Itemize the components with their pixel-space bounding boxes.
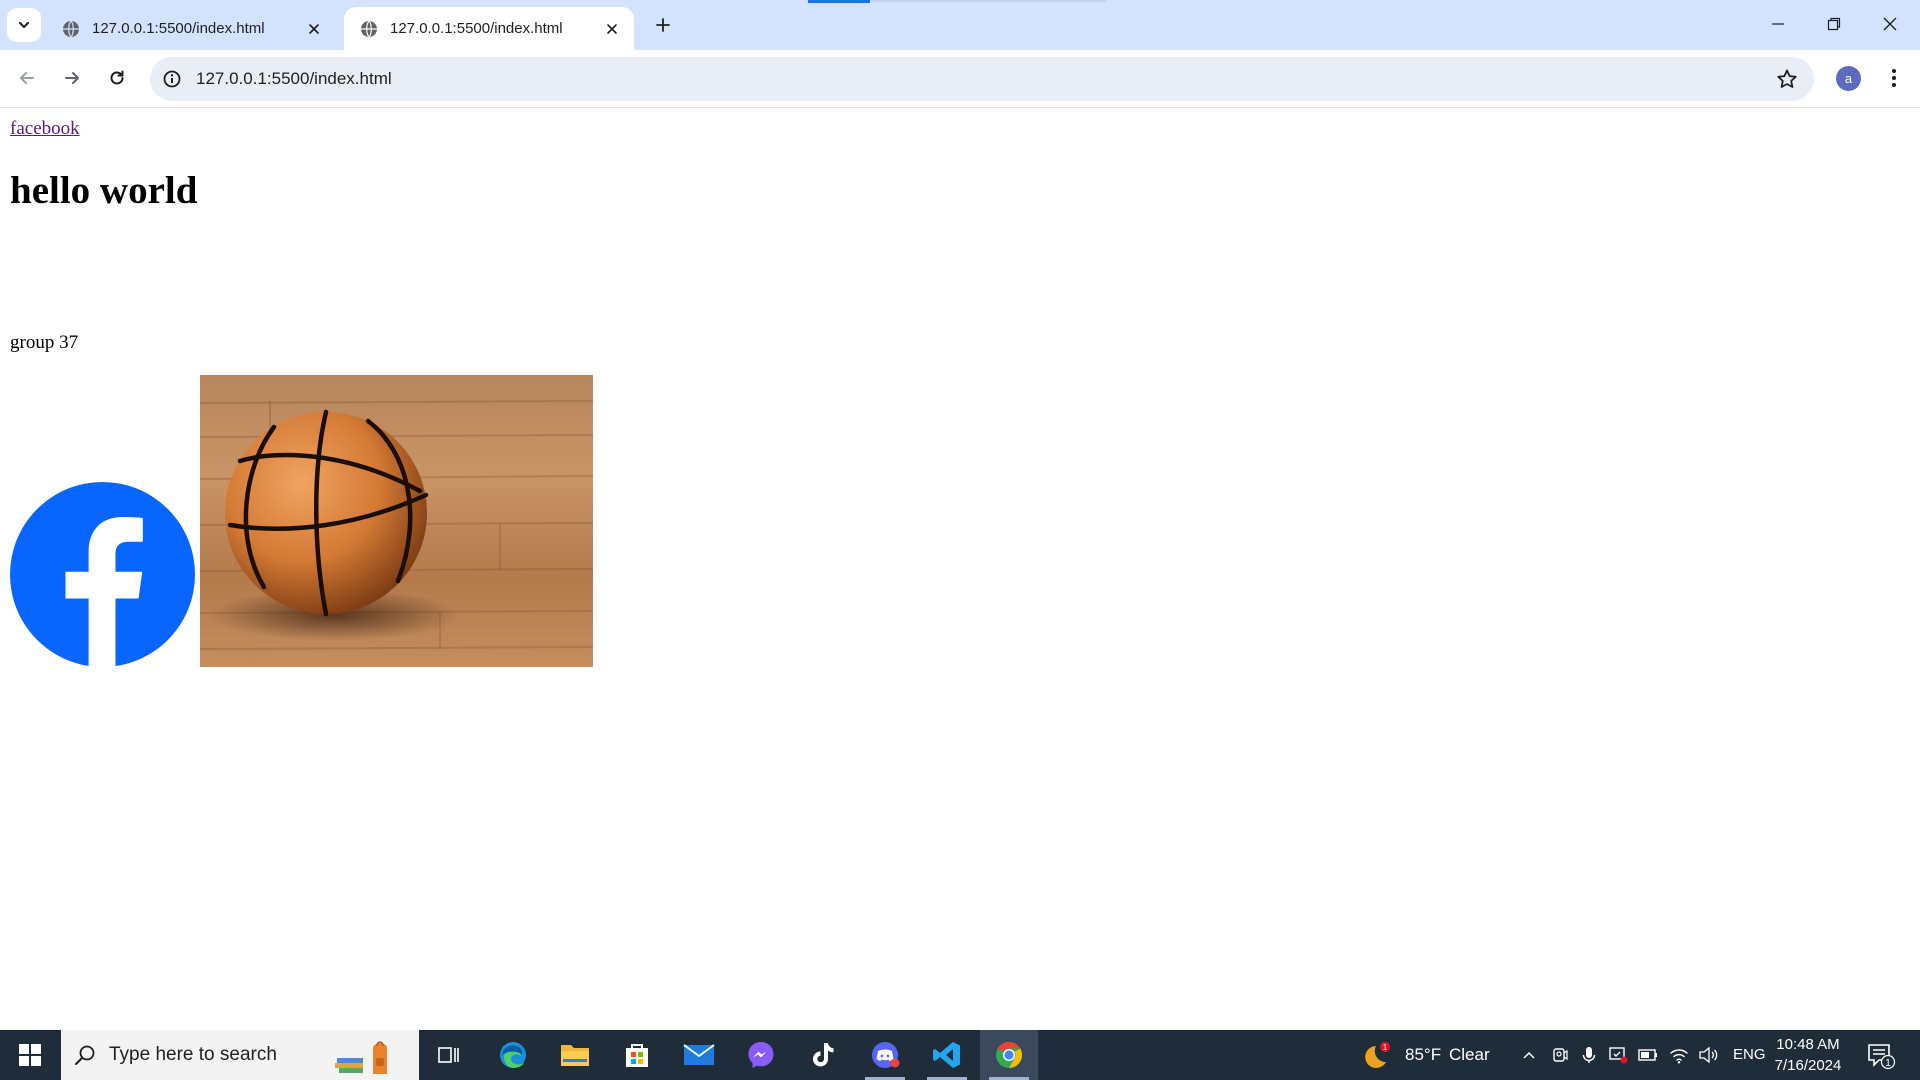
messenger-icon xyxy=(748,1042,774,1068)
arrow-left-icon xyxy=(20,72,34,84)
tab-title: 127.0.0.1:5500/index.html xyxy=(390,20,563,37)
volume-icon[interactable] xyxy=(1698,1045,1718,1065)
address-bar[interactable]: 127.0.0.1:5500/index.html xyxy=(150,57,1814,101)
taskbar-edge[interactable] xyxy=(484,1030,542,1080)
battery-icon[interactable] xyxy=(1638,1045,1658,1065)
windows-logo-icon xyxy=(19,1044,41,1066)
edge-icon xyxy=(500,1042,526,1068)
taskbar: Type here to search 1 85°F Clear ENG 10:… xyxy=(0,1030,1920,1080)
taskbar-file-explorer[interactable] xyxy=(546,1030,604,1080)
taskbar-mail[interactable] xyxy=(670,1030,728,1080)
browser-menu-button[interactable] xyxy=(1880,64,1908,92)
new-tab-button[interactable] xyxy=(648,10,678,40)
globe-icon xyxy=(361,20,377,37)
tab-title: 127.0.0.1:5500/index.html xyxy=(92,20,265,37)
browser-title-bar: 127.0.0.1:5500/index.html 127.0.0.1:5500… xyxy=(0,0,1920,50)
arrow-right-icon xyxy=(65,72,79,84)
restore-icon xyxy=(1827,17,1841,31)
weather-condition[interactable]: Clear xyxy=(1449,1030,1490,1080)
discord-icon xyxy=(872,1042,900,1068)
reload-icon xyxy=(110,70,124,85)
close-icon[interactable] xyxy=(602,19,622,39)
chevron-up-icon[interactable] xyxy=(1519,1045,1539,1065)
close-window-button[interactable] xyxy=(1862,0,1918,48)
page-content: facebook hello world group 37 xyxy=(0,108,1920,1030)
chrome-icon xyxy=(996,1041,1023,1069)
profile-avatar[interactable]: a xyxy=(1836,66,1861,91)
microphone-icon[interactable] xyxy=(1579,1045,1599,1065)
clock[interactable]: 10:48 AM 7/16/2024 xyxy=(1768,1034,1848,1076)
restore-button[interactable] xyxy=(1806,0,1862,48)
taskbar-vs-code[interactable] xyxy=(918,1030,976,1080)
facebook-logo-image xyxy=(10,482,195,667)
taskbar-chrome[interactable] xyxy=(980,1030,1038,1080)
taskbar-microsoft-store[interactable] xyxy=(608,1030,666,1080)
taskbar-discord[interactable] xyxy=(856,1030,914,1080)
back-button[interactable] xyxy=(11,62,43,94)
page-heading: hello world xyxy=(10,169,198,212)
clock-time: 10:48 AM xyxy=(1776,1036,1840,1053)
taskbar-messenger[interactable] xyxy=(732,1030,790,1080)
wifi-icon[interactable] xyxy=(1669,1045,1689,1065)
notification-icon[interactable]: 1 xyxy=(1866,1042,1896,1070)
search-highlight-icon xyxy=(335,1041,387,1074)
vs-code-icon xyxy=(933,1042,960,1068)
taskbar-task-view[interactable] xyxy=(420,1030,478,1080)
tab-inactive[interactable]: 127.0.0.1:5500/index.html xyxy=(46,7,336,50)
taskbar-search-box[interactable]: Type here to search xyxy=(61,1030,419,1080)
kebab-menu-icon xyxy=(1892,69,1896,87)
facebook-link[interactable]: facebook xyxy=(10,118,80,140)
title-bar-accent xyxy=(808,0,870,3)
weather-badge: 1 xyxy=(1383,1043,1388,1052)
tab-active[interactable]: 127.0.0.1:5500/index.html xyxy=(344,7,634,50)
folder-icon xyxy=(561,1045,589,1066)
tab-search-button[interactable] xyxy=(7,8,41,42)
basketball-image xyxy=(200,375,593,667)
close-icon[interactable] xyxy=(304,19,324,39)
search-icon xyxy=(75,1045,95,1065)
close-icon xyxy=(1883,17,1897,31)
store-icon xyxy=(626,1044,648,1067)
notification-count: 1 xyxy=(1885,1058,1891,1069)
search-placeholder: Type here to search xyxy=(109,1044,277,1065)
url-text[interactable]: 127.0.0.1:5500/index.html xyxy=(196,57,392,101)
start-button[interactable] xyxy=(0,1030,60,1080)
tiktok-icon xyxy=(813,1043,834,1067)
browser-toolbar: 127.0.0.1:5500/index.html a xyxy=(0,50,1920,108)
weather-moon-icon[interactable]: 1 xyxy=(1364,1040,1394,1070)
taskbar-tiktok[interactable] xyxy=(794,1030,852,1080)
globe-icon xyxy=(63,20,79,37)
minimize-icon xyxy=(1772,23,1784,25)
forward-button[interactable] xyxy=(56,62,88,94)
camera-icon[interactable] xyxy=(1550,1045,1570,1065)
security-alert-icon[interactable] xyxy=(1608,1045,1628,1065)
clock-date: 7/16/2024 xyxy=(1774,1057,1842,1074)
mail-icon xyxy=(683,1044,715,1065)
plus-icon xyxy=(656,18,670,32)
title-bar-accent-secondary xyxy=(870,0,1106,2)
chevron-down-icon xyxy=(18,21,30,29)
info-icon[interactable] xyxy=(160,67,184,91)
task-view-icon xyxy=(438,1047,459,1063)
language-indicator[interactable]: ENG xyxy=(1733,1030,1766,1080)
reload-button[interactable] xyxy=(101,62,133,94)
weather-temperature[interactable]: 85°F xyxy=(1405,1030,1441,1080)
group-text: group 37 xyxy=(10,332,79,353)
minimize-button[interactable] xyxy=(1750,0,1806,48)
star-icon[interactable] xyxy=(1776,68,1798,90)
